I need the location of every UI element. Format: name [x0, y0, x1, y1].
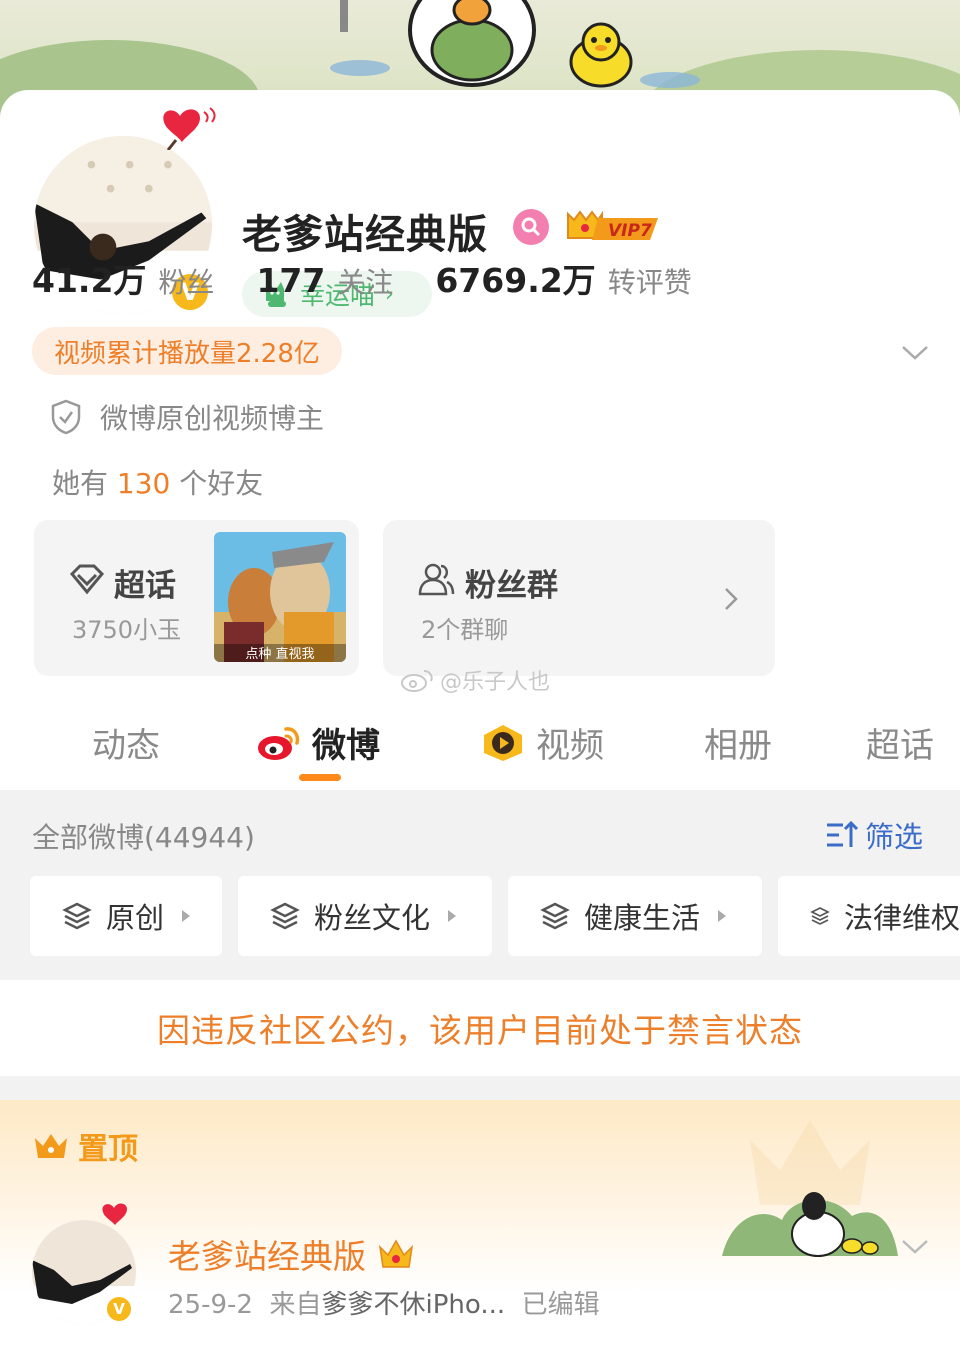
post-author-name[interactable]: 老爹站经典版: [168, 1230, 416, 1278]
chaohua-title: 超话: [114, 568, 176, 604]
search-badge-icon[interactable]: [513, 209, 549, 245]
post-edited: 已编辑: [521, 1290, 600, 1320]
svg-text:VIP7: VIP7: [608, 221, 652, 241]
post-source[interactable]: 爹爹不休iPho...: [321, 1290, 505, 1320]
profile-stats: 41.2万 粉丝 177 关注 6769.2万 转评赞: [32, 254, 734, 302]
mute-notice: 因违反社区公约，该用户目前处于禁言状态: [0, 980, 960, 1076]
post-source-prefix: 来自: [269, 1290, 322, 1320]
stat-interactions[interactable]: 6769.2万 转评赞: [435, 254, 691, 302]
feed-filter-section: 全部微博(44944) 筛选 原创 粉丝文化 健康生活 法律维权: [0, 790, 960, 980]
tab-album[interactable]: 相册: [704, 718, 772, 767]
tab-video[interactable]: 视频: [480, 718, 604, 767]
diamond-icon: [69, 564, 105, 595]
expand-chevron-down-icon[interactable]: [900, 342, 930, 362]
chaohua-tile[interactable]: 超话 3750小玉 点种 直视我: [34, 520, 359, 676]
weibo-logo-icon: [258, 726, 300, 760]
friends-prefix: 她有: [52, 467, 109, 500]
svg-text:点种 直视我: 点种 直视我: [245, 647, 314, 662]
layers-icon: [62, 902, 92, 930]
vip-badge-icon[interactable]: VIP7: [562, 208, 662, 246]
caret-right-icon: [448, 910, 457, 922]
caret-right-icon: [182, 910, 191, 922]
verified-v-icon: V: [104, 1294, 134, 1324]
post-date: 25-9-2: [168, 1290, 253, 1320]
tab-weibo[interactable]: 微博: [256, 718, 380, 767]
friends-count[interactable]: 她有 130 个好友: [52, 462, 263, 502]
all-weibo-count: 全部微博(44944): [32, 821, 255, 854]
filter-sort-icon: [827, 820, 859, 847]
stat-following[interactable]: 177 关注: [256, 261, 393, 301]
layers-icon: [540, 902, 570, 930]
verification-text: 微博原创视频博主: [100, 402, 325, 435]
banner-puppy-illustration: [408, 0, 536, 87]
post-menu-chevron-down-icon[interactable]: [900, 1238, 930, 1256]
weibo-logo-icon: [401, 670, 433, 692]
banner-puddle: [640, 72, 700, 88]
chip-healthy-living[interactable]: 健康生活: [508, 876, 762, 956]
post-meta: 25-9-2 来自爹爹不休iPho... 已编辑: [168, 1284, 600, 1321]
section-divider: [0, 1076, 960, 1100]
watermark-text: @乐子人也: [440, 670, 551, 695]
profile-name: 老爹站经典版: [242, 212, 488, 258]
profile-tabs: 动态 微博 视频 相册 超话: [0, 708, 960, 790]
layers-icon: [810, 907, 830, 925]
crown-icon: [35, 1134, 67, 1158]
video-plays-tag[interactable]: 视频累计播放量2.28亿: [32, 327, 342, 375]
chevron-right-icon: [725, 588, 738, 610]
friends-number: 130: [116, 467, 171, 500]
chip-original[interactable]: 原创: [30, 876, 222, 956]
banner-duck-illustration: [569, 22, 633, 88]
active-tab-indicator: [299, 774, 341, 781]
pinned-post[interactable]: 置顶 V 老爹站经典版 25-9-2 来自爹爹不休iPho... 已编辑: [0, 1100, 960, 1357]
chip-legal-rights[interactable]: 法律维权: [778, 876, 960, 956]
tab-dynamics[interactable]: 动态: [92, 718, 160, 767]
group-users-icon: [418, 563, 455, 596]
fan-group-tile[interactable]: 粉丝群 2个群聊: [383, 520, 775, 676]
stat-fans[interactable]: 41.2万 粉丝: [32, 254, 214, 302]
banner-pole: [340, 0, 348, 32]
verification-row: 微博原创视频博主: [50, 397, 324, 437]
watermark: @乐子人也: [400, 664, 550, 696]
pochacco-sticker: [722, 1192, 898, 1257]
layers-icon: [270, 902, 300, 930]
fan-group-sub: 2个群聊: [421, 616, 509, 644]
chip-fan-culture[interactable]: 粉丝文化: [238, 876, 492, 956]
vip-crown-icon: [378, 1239, 414, 1268]
friends-suffix: 个好友: [179, 467, 264, 500]
chaohua-sub: 3750小玉: [72, 616, 182, 644]
caret-right-icon: [718, 910, 727, 922]
pinned-label: 置顶: [32, 1124, 138, 1168]
fan-group-title: 粉丝群: [465, 568, 558, 604]
chaohua-thumbnail: 点种 直视我: [214, 532, 346, 662]
shield-check-icon: [51, 399, 81, 435]
tab-chaohua[interactable]: 超话: [866, 718, 934, 767]
video-play-icon: [484, 724, 522, 761]
filter-button[interactable]: 筛选: [825, 814, 923, 856]
heart-decoration-icon: [102, 1203, 127, 1225]
banner-puddle: [330, 60, 390, 76]
heart-decoration-icon: [163, 107, 216, 150]
